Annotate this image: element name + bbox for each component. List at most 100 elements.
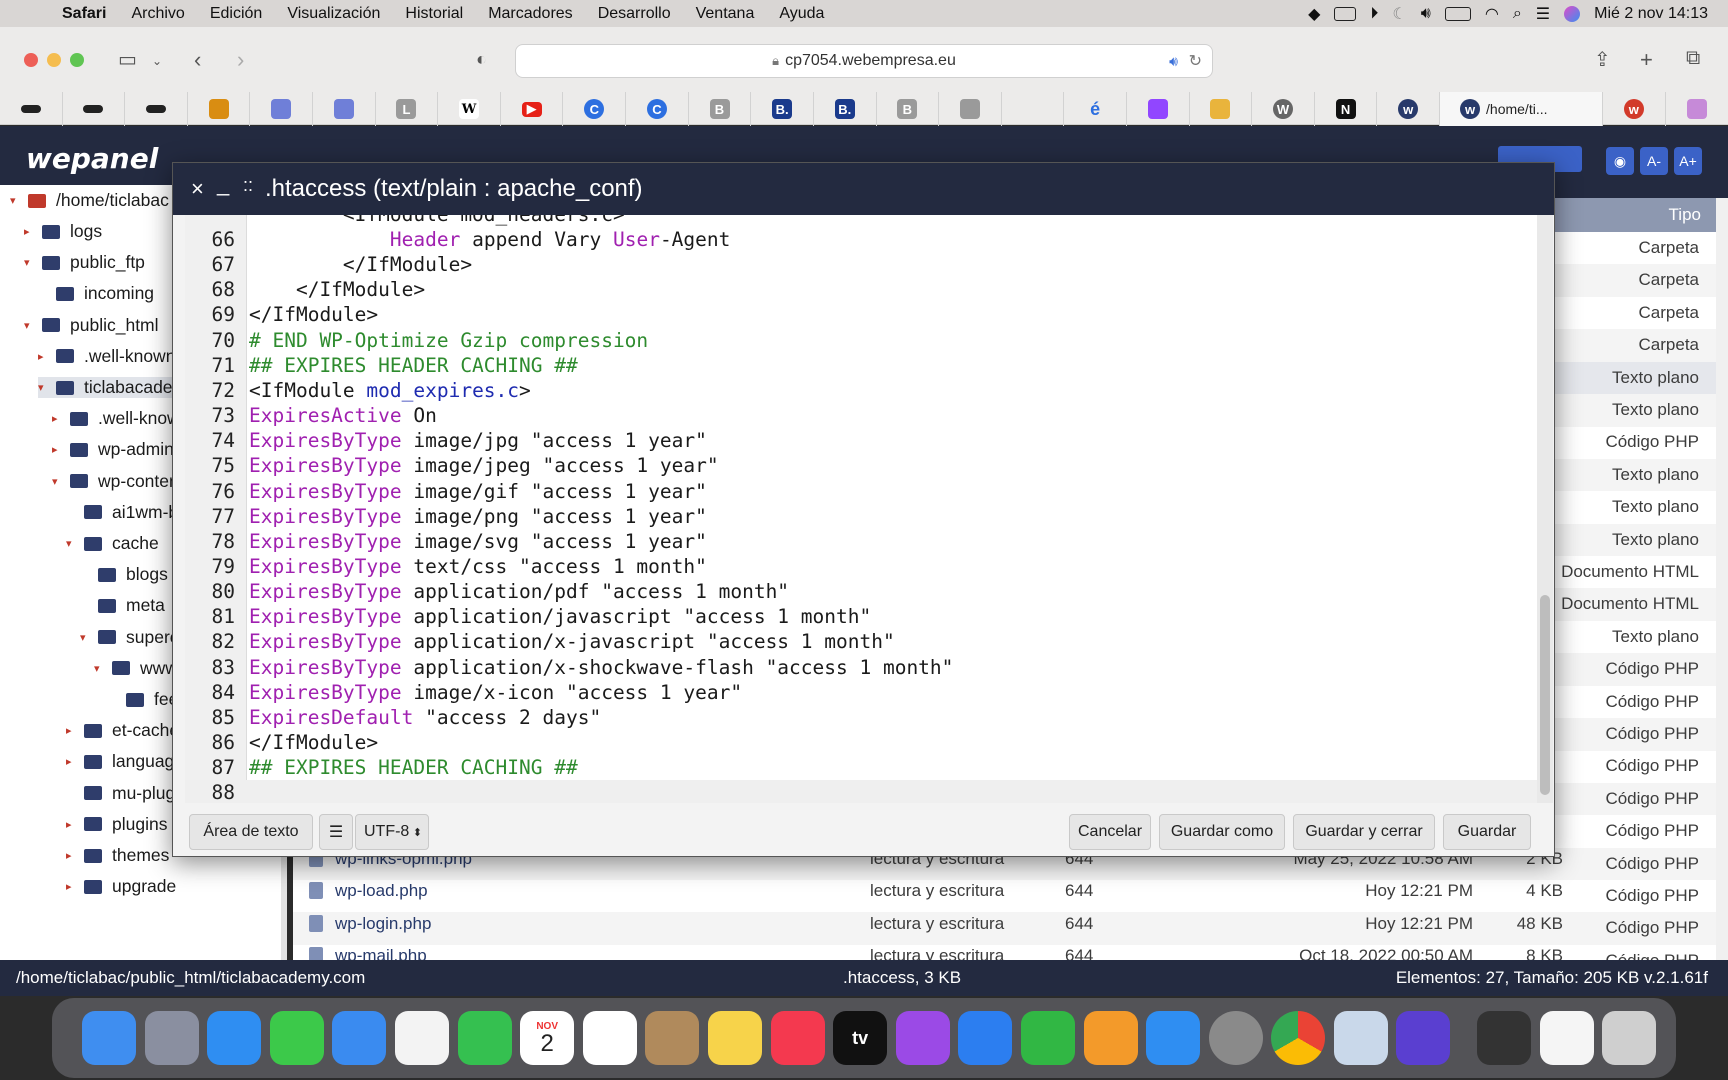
tree-folder-item[interactable]: ▸ themes bbox=[66, 845, 169, 866]
pinned-tab[interactable] bbox=[0, 92, 63, 126]
pinned-tab[interactable] bbox=[313, 92, 376, 126]
code-line[interactable]: 66 Header append Vary User-Agent bbox=[185, 227, 1537, 252]
column-tipo[interactable]: Tipo bbox=[1669, 205, 1701, 225]
tab-overview-icon[interactable]: ⧉ bbox=[1686, 47, 1700, 70]
code-line[interactable]: 80 ExpiresByType application/pdf "access … bbox=[185, 579, 1537, 604]
chevron-right-icon[interactable]: ▸ bbox=[66, 724, 80, 737]
save-and-close-button[interactable]: Guardar y cerrar bbox=[1293, 814, 1435, 850]
tree-folder-item[interactable]: ▸ .well-known bbox=[52, 408, 189, 429]
pinned-tab[interactable]: C bbox=[563, 92, 627, 126]
tree-folder-item[interactable]: ▾ public_ftp bbox=[24, 252, 145, 273]
pinned-tab[interactable]: L bbox=[376, 92, 439, 126]
encoding-select[interactable]: UTF-8 ⬍ bbox=[355, 814, 429, 850]
wifi-icon[interactable]: ◠ bbox=[1485, 4, 1499, 24]
code-line[interactable]: 88 bbox=[185, 780, 1537, 803]
active-tab[interactable]: w/home/ti... bbox=[1440, 92, 1603, 126]
control-center-icon[interactable]: ☰ bbox=[1536, 4, 1550, 24]
tree-folder-item[interactable]: ▾ wp-content bbox=[52, 471, 184, 492]
share-icon[interactable]: ⇪ bbox=[1594, 47, 1611, 72]
forward-icon[interactable]: › bbox=[237, 47, 244, 73]
code-line[interactable]: 81 ExpiresByType application/javascript "… bbox=[185, 604, 1537, 629]
chevron-down-icon[interactable]: ⌄ bbox=[152, 54, 162, 68]
code-line[interactable]: 71 ## EXPIRES HEADER CACHING ## bbox=[185, 353, 1537, 378]
minimize-icon[interactable]: _ bbox=[217, 171, 229, 197]
chevron-right-icon[interactable]: ▸ bbox=[66, 818, 80, 831]
tree-folder-item[interactable]: ▸ upgrade bbox=[66, 876, 176, 897]
window-minimize-button[interactable] bbox=[47, 53, 61, 67]
imovie-icon[interactable] bbox=[1396, 1011, 1451, 1065]
pinned-tab[interactable]: w bbox=[1377, 92, 1441, 126]
photos-icon[interactable] bbox=[394, 1011, 449, 1065]
pinned-tab[interactable]: é bbox=[1064, 92, 1127, 126]
pinned-tab[interactable]: B bbox=[689, 92, 752, 126]
numbers-icon[interactable] bbox=[1020, 1011, 1075, 1065]
sidebar-toggle-icon[interactable]: ▭ bbox=[118, 47, 137, 72]
tree-folder-item[interactable]: ▸ logs bbox=[24, 221, 102, 242]
pinned-tab[interactable] bbox=[1127, 92, 1190, 126]
code-line[interactable]: 85 ExpiresDefault "access 2 days" bbox=[185, 705, 1537, 730]
menu-desarrollo[interactable]: Desarrollo bbox=[598, 5, 671, 23]
window-zoom-button[interactable] bbox=[70, 53, 84, 67]
calendar-icon[interactable]: NOV 2 bbox=[520, 1011, 575, 1065]
pinned-tab[interactable] bbox=[939, 92, 1002, 126]
menu-ayuda[interactable]: Ayuda bbox=[779, 5, 824, 23]
screenshot-icon[interactable] bbox=[1477, 1011, 1532, 1065]
back-icon[interactable]: ‹ bbox=[194, 47, 201, 73]
keynote-icon[interactable] bbox=[958, 1011, 1013, 1065]
pinned-tab[interactable] bbox=[125, 92, 188, 126]
chevron-down-icon[interactable]: ▾ bbox=[66, 537, 80, 550]
display-icon[interactable] bbox=[1334, 6, 1357, 21]
code-line[interactable]: 70 # END WP-Optimize Gzip compression bbox=[185, 328, 1537, 353]
pinned-tab[interactable] bbox=[1002, 92, 1065, 126]
code-line[interactable]: 72 <IfModule mod_expires.c> bbox=[185, 378, 1537, 403]
volume-icon[interactable]: 🔊︎ bbox=[1421, 5, 1431, 23]
tree-folder-item[interactable]: ▸ wp-admin bbox=[52, 439, 174, 460]
code-line[interactable]: 69 </IfModule> bbox=[185, 302, 1537, 327]
file-list-scrollbar[interactable] bbox=[1716, 198, 1728, 960]
menu-edicion[interactable]: Edición bbox=[210, 5, 262, 23]
tree-root[interactable]: ▾/home/ticlabac bbox=[10, 190, 169, 211]
save-as-button[interactable]: Guardar como bbox=[1159, 814, 1285, 850]
settings-sliders-icon[interactable]: ☰ bbox=[319, 814, 353, 850]
tree-folder-item[interactable]: ▾ public_html bbox=[24, 315, 159, 336]
code-line[interactable]: 78 ExpiresByType image/svg "access 1 year… bbox=[185, 529, 1537, 554]
new-tab-icon[interactable]: + bbox=[1640, 47, 1653, 73]
code-line[interactable]: 74 ExpiresByType image/jpg "access 1 year… bbox=[185, 428, 1537, 453]
tree-folder-item[interactable]: ▾ cache bbox=[66, 533, 159, 554]
document-icon[interactable] bbox=[1539, 1011, 1594, 1065]
pages-icon[interactable] bbox=[1083, 1011, 1138, 1065]
preview-icon[interactable] bbox=[1333, 1011, 1388, 1065]
safari-icon[interactable] bbox=[207, 1011, 262, 1065]
code-line[interactable]: 79 ExpiresByType text/css "access 1 month… bbox=[185, 554, 1537, 579]
menu-archivo[interactable]: Archivo bbox=[131, 5, 184, 23]
pinned-tab[interactable] bbox=[1190, 92, 1253, 126]
trash-icon[interactable] bbox=[1602, 1011, 1657, 1065]
code-line[interactable]: 77 ExpiresByType image/png "access 1 year… bbox=[185, 504, 1537, 529]
chevron-down-icon[interactable]: ▾ bbox=[24, 319, 38, 332]
chrome-icon[interactable] bbox=[1271, 1011, 1326, 1065]
moon-icon[interactable]: ☾ bbox=[1392, 4, 1406, 24]
chevron-right-icon[interactable]: ▸ bbox=[38, 350, 52, 363]
font-increase-button[interactable]: A+ bbox=[1674, 147, 1702, 175]
tree-folder-item[interactable]: incoming bbox=[38, 283, 154, 304]
pinned-tab[interactable] bbox=[250, 92, 314, 126]
chevron-down-icon[interactable]: ▾ bbox=[38, 381, 52, 394]
tree-folder-item[interactable]: ▸ et-cache bbox=[66, 720, 179, 741]
podcasts-icon[interactable] bbox=[895, 1011, 950, 1065]
tree-folder-item[interactable]: blogs bbox=[80, 564, 168, 585]
tree-folder-item[interactable]: meta bbox=[80, 595, 165, 616]
save-button[interactable]: Guardar bbox=[1443, 814, 1531, 850]
reminders-icon[interactable] bbox=[582, 1011, 637, 1065]
chevron-right-icon[interactable]: ▸ bbox=[24, 225, 38, 238]
pinned-tab[interactable] bbox=[63, 92, 126, 126]
battery-icon[interactable] bbox=[1444, 6, 1471, 21]
code-line[interactable]: 84 ExpiresByType image/x-icon "access 1 y… bbox=[185, 680, 1537, 705]
chevron-down-icon[interactable]: ▾ bbox=[52, 475, 66, 488]
code-line[interactable]: 86 </IfModule> bbox=[185, 730, 1537, 755]
tv-icon[interactable]: tv bbox=[833, 1011, 888, 1065]
settings-icon[interactable] bbox=[1208, 1011, 1263, 1065]
code-editor[interactable]: <IfModule mod_headers.c>66 Header append… bbox=[185, 215, 1537, 803]
menubar-clock[interactable]: Mié 2 nov 14:13 bbox=[1594, 5, 1708, 23]
chevron-down-icon[interactable]: ▾ bbox=[94, 662, 108, 675]
menu-ventana[interactable]: Ventana bbox=[696, 5, 755, 23]
